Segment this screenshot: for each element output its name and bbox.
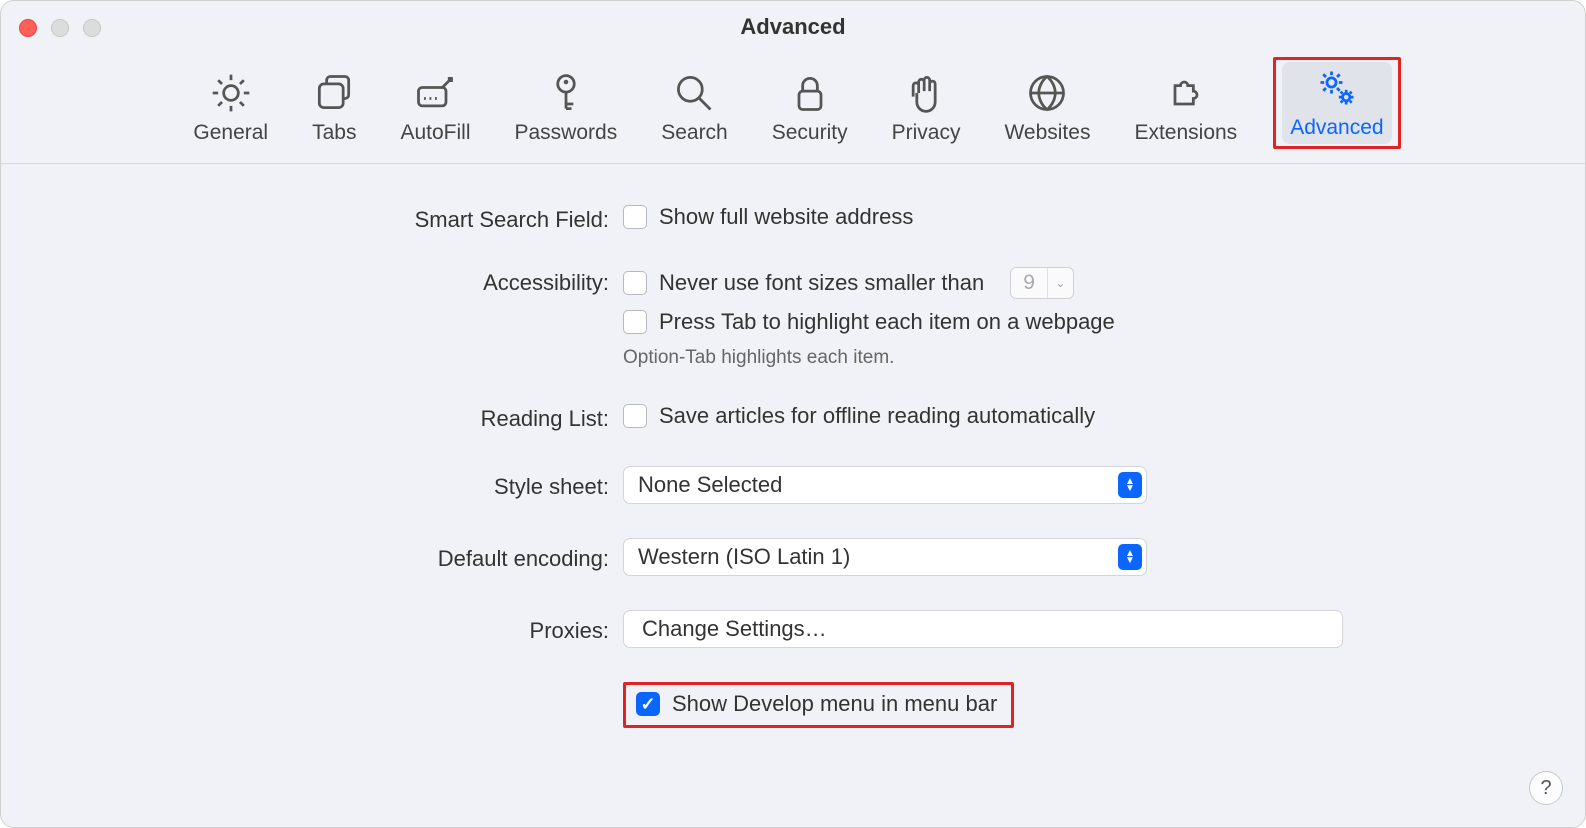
checkbox-unchecked[interactable] — [623, 310, 647, 334]
highlight-develop-option: Show Develop menu in menu bar — [623, 682, 1014, 728]
show-full-address-option[interactable]: Show full website address — [623, 204, 1343, 230]
row-accessibility: Accessibility: Never use font sizes smal… — [243, 267, 1343, 369]
tab-label: Privacy — [892, 121, 961, 145]
select-value: None Selected — [638, 472, 782, 498]
gears-icon — [1315, 66, 1359, 110]
hand-icon — [904, 71, 948, 115]
checkbox-label: Show Develop menu in menu bar — [672, 691, 997, 717]
tab-highlight-option[interactable]: Press Tab to highlight each item on a we… — [623, 309, 1343, 335]
tab-label: Extensions — [1134, 121, 1237, 145]
row-reading-list: Reading List: Save articles for offline … — [243, 403, 1343, 432]
font-size-value: 9 — [1011, 271, 1047, 295]
tab-tabs[interactable]: Tabs — [304, 67, 364, 149]
close-window-button[interactable] — [19, 19, 37, 37]
tab-label: AutoFill — [400, 121, 470, 145]
checkbox-unchecked[interactable] — [623, 205, 647, 229]
tab-search[interactable]: Search — [653, 67, 736, 149]
font-size-stepper[interactable]: 9 ⌄ — [1010, 267, 1074, 299]
row-develop: Show Develop menu in menu bar — [243, 682, 1343, 728]
checkbox-unchecked[interactable] — [623, 404, 647, 428]
tab-label: Search — [661, 121, 728, 145]
gear-icon — [209, 71, 253, 115]
row-style-sheet: Style sheet: None Selected ▲▼ — [243, 466, 1343, 504]
checkbox-label: Never use font sizes smaller than — [659, 270, 984, 296]
style-sheet-select[interactable]: None Selected ▲▼ — [623, 466, 1147, 504]
titlebar: Advanced — [1, 1, 1585, 53]
tab-privacy[interactable]: Privacy — [884, 67, 969, 149]
default-encoding-select[interactable]: Western (ISO Latin 1) ▲▼ — [623, 538, 1147, 576]
row-smart-search: Smart Search Field: Show full website ad… — [243, 204, 1343, 233]
traffic-lights — [19, 19, 101, 37]
tab-label: Advanced — [1290, 116, 1383, 140]
checkbox-checked[interactable] — [636, 692, 660, 716]
puzzle-icon — [1164, 71, 1208, 115]
tab-label: Security — [772, 121, 848, 145]
preferences-toolbar: General Tabs AutoFill Passwords Search S… — [1, 53, 1585, 164]
label-accessibility: Accessibility: — [243, 267, 623, 296]
tab-label: General — [193, 121, 268, 145]
label-smart-search: Smart Search Field: — [243, 204, 623, 233]
checkbox-label: Press Tab to highlight each item on a we… — [659, 309, 1115, 335]
advanced-pane: Smart Search Field: Show full website ad… — [1, 164, 1585, 827]
preferences-window: Advanced General Tabs AutoFill Passwords… — [0, 0, 1586, 828]
label-style-sheet: Style sheet: — [243, 466, 623, 500]
offline-reading-option[interactable]: Save articles for offline reading automa… — [623, 403, 1343, 429]
key-icon — [544, 71, 588, 115]
tab-general[interactable]: General — [185, 67, 276, 149]
window-title: Advanced — [740, 14, 845, 40]
tab-security[interactable]: Security — [764, 67, 856, 149]
lock-icon — [788, 71, 832, 115]
chevron-down-icon[interactable]: ⌄ — [1047, 268, 1073, 298]
accessibility-hint: Option-Tab highlights each item. — [623, 347, 1343, 369]
zoom-window-button[interactable] — [83, 19, 101, 37]
select-chevrons-icon: ▲▼ — [1118, 544, 1142, 570]
tab-label: Tabs — [312, 121, 356, 145]
tab-label: Passwords — [515, 121, 618, 145]
checkbox-label: Show full website address — [659, 204, 913, 230]
select-value: Western (ISO Latin 1) — [638, 544, 850, 570]
min-font-size-option[interactable]: Never use font sizes smaller than 9 ⌄ — [623, 267, 1343, 299]
globe-icon — [1025, 71, 1069, 115]
minimize-window-button[interactable] — [51, 19, 69, 37]
tab-extensions[interactable]: Extensions — [1126, 67, 1245, 149]
tabs-icon — [312, 71, 356, 115]
help-icon: ? — [1540, 777, 1551, 800]
select-chevrons-icon: ▲▼ — [1118, 472, 1142, 498]
autofill-icon — [413, 71, 457, 115]
help-button[interactable]: ? — [1529, 771, 1563, 805]
tab-label: Websites — [1004, 121, 1090, 145]
label-reading-list: Reading List: — [243, 403, 623, 432]
tab-advanced[interactable]: Advanced — [1282, 62, 1391, 144]
checkbox-unchecked[interactable] — [623, 271, 647, 295]
row-proxies: Proxies: Change Settings… — [243, 610, 1343, 648]
checkbox-label: Save articles for offline reading automa… — [659, 403, 1095, 429]
label-proxies: Proxies: — [243, 610, 623, 644]
tab-passwords[interactable]: Passwords — [507, 67, 626, 149]
highlight-advanced-tab: Advanced — [1273, 57, 1400, 149]
label-encoding: Default encoding: — [243, 538, 623, 572]
search-icon — [672, 71, 716, 115]
change-proxy-settings-button[interactable]: Change Settings… — [623, 610, 1343, 648]
tab-autofill[interactable]: AutoFill — [392, 67, 478, 149]
button-label: Change Settings… — [642, 616, 827, 642]
tab-websites[interactable]: Websites — [996, 67, 1098, 149]
row-encoding: Default encoding: Western (ISO Latin 1) … — [243, 538, 1343, 576]
